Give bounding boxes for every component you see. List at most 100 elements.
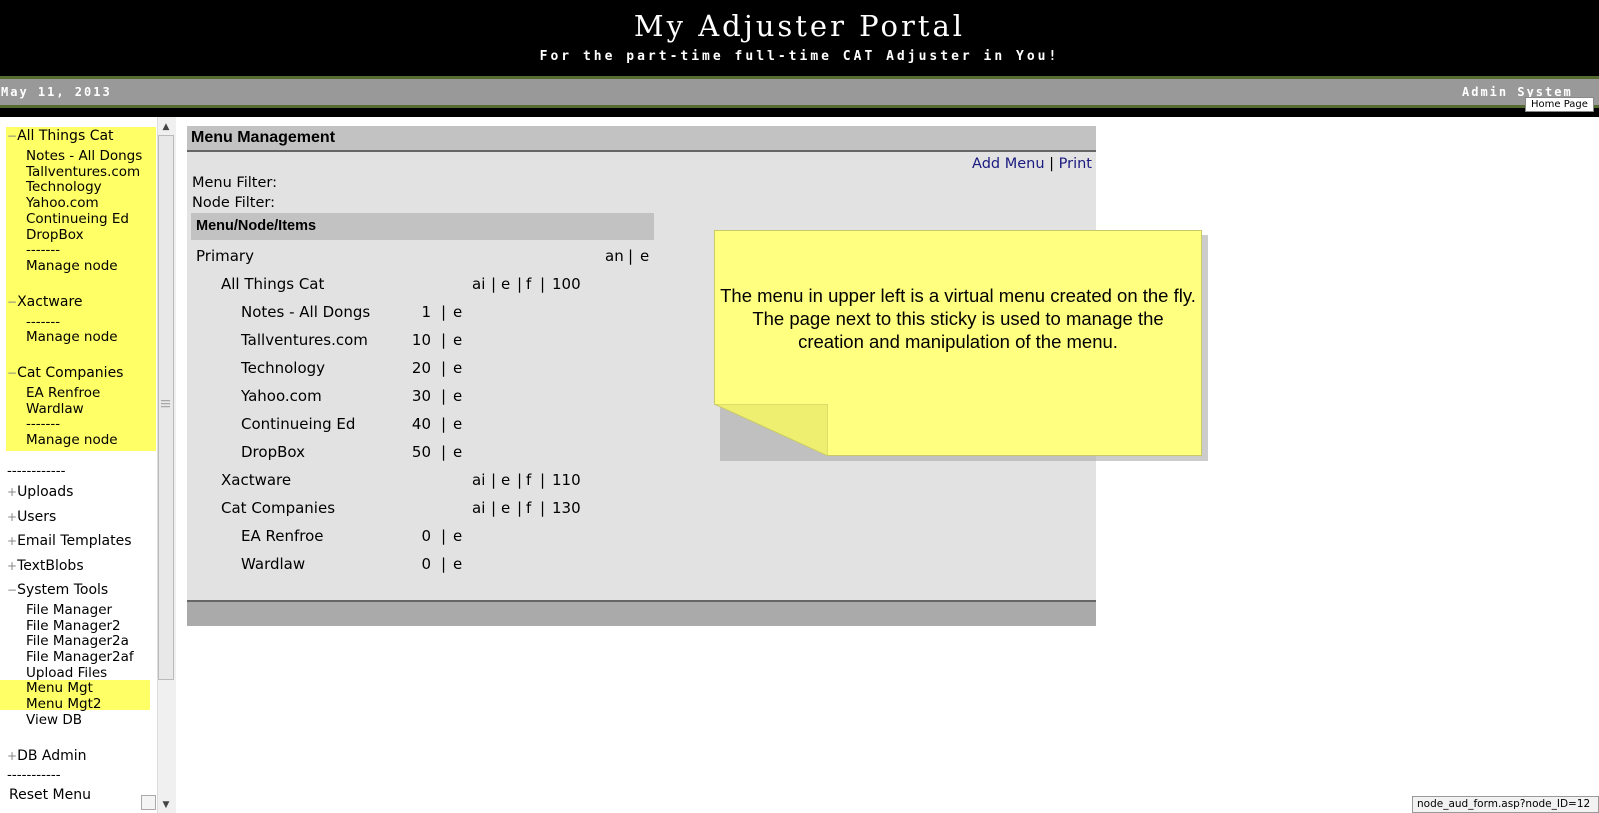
panel-actions: Add Menu | Print — [972, 156, 1092, 172]
item-wardlaw: Wardlaw — [241, 555, 306, 573]
collapse-icon[interactable]: − — [7, 366, 17, 380]
link-separator: | — [441, 443, 447, 461]
sidebar-divider: ----------- — [7, 767, 61, 783]
sidebar-item-technology[interactable]: Technology — [26, 179, 102, 195]
collapse-icon[interactable]: − — [7, 295, 17, 309]
sidebar-item-label: Uploads — [17, 484, 74, 500]
print-link[interactable]: Print — [1059, 156, 1092, 172]
sidebar-separator: ------- — [26, 242, 61, 258]
sidebar-item-menu-mgt2[interactable]: Menu Mgt2 — [26, 696, 101, 712]
link-separator: | — [628, 247, 634, 265]
sidebar-group-cat-companies[interactable]: −Cat Companies — [7, 365, 123, 381]
sidebar-item-view-db[interactable]: View DB — [26, 712, 82, 728]
edit-item-link[interactable]: e — [453, 415, 462, 433]
panel-footer — [187, 600, 1096, 626]
sidebar-group-label: All Things Cat — [17, 128, 114, 144]
edit-item-link[interactable]: e — [453, 555, 462, 573]
add-item-link[interactable]: ai — [472, 275, 485, 293]
edit-item-link[interactable]: e — [453, 387, 462, 405]
sidebar-item-label: System Tools — [17, 582, 109, 598]
sidebar-item-manage-node[interactable]: Manage node — [26, 432, 118, 448]
sidebar-item-label: Email Templates — [17, 533, 132, 549]
sidebar-item-wardlaw[interactable]: Wardlaw — [26, 401, 84, 417]
sidebar-item-dropbox[interactable]: DropBox — [26, 227, 84, 243]
item-dropbox: DropBox — [241, 443, 305, 461]
edit-item-link[interactable]: e — [453, 527, 462, 545]
current-date: May 11, 2013 — [1, 85, 112, 99]
sidebar-item-menu-mgt[interactable]: Menu Mgt — [26, 680, 93, 696]
site-subtitle: For the part-time full-time CAT Adjuster… — [539, 49, 1060, 64]
panel-title: Menu Management — [191, 129, 336, 146]
sidebar-item-email-templates[interactable]: +Email Templates — [7, 533, 132, 549]
sidebar-item-label: DB Admin — [17, 748, 87, 764]
edit-node-link[interactable]: e — [501, 471, 510, 489]
status-bar-url: node_aud_form.asp?node_ID=12 — [1412, 796, 1599, 813]
sidebar-item-label: TextBlobs — [17, 558, 84, 574]
header-bottom-band — [0, 108, 1599, 117]
edit-item-link[interactable]: e — [453, 331, 462, 349]
sidebar-item-manage-node[interactable]: Manage node — [26, 258, 118, 274]
menu-table-header-label: Menu/Node/Items — [196, 218, 317, 234]
edit-menu-link[interactable]: e — [640, 247, 649, 265]
link-separator: | — [441, 359, 447, 377]
sidebar-separator: ------- — [26, 416, 61, 432]
filter-node-link[interactable]: f — [526, 499, 531, 517]
sidebar-item-yahoo[interactable]: Yahoo.com — [26, 195, 99, 211]
expand-icon[interactable]: + — [7, 485, 17, 499]
expand-icon[interactable]: + — [7, 749, 17, 763]
edit-node-link[interactable]: e — [501, 275, 510, 293]
expand-icon[interactable]: + — [7, 559, 17, 573]
item-order: 20 — [411, 359, 431, 377]
sidebar-item-ea-renfroe[interactable]: EA Renfroe — [26, 385, 100, 401]
sidebar-group-xactware[interactable]: −Xactware — [7, 294, 83, 310]
sidebar-item-db-admin[interactable]: +DB Admin — [7, 748, 87, 764]
item-continueing-ed: Continueing Ed — [241, 415, 356, 433]
edit-item-link[interactable]: e — [453, 303, 462, 321]
sidebar-item-file-manager2af[interactable]: File Manager2af — [26, 649, 134, 665]
sidebar-group-system-tools[interactable]: −System Tools — [7, 582, 108, 598]
collapse-icon[interactable]: − — [7, 129, 17, 143]
site-title: My Adjuster Portal — [633, 9, 966, 43]
link-separator: | — [517, 275, 523, 293]
link-separator: | — [491, 275, 497, 293]
edit-item-link[interactable]: e — [453, 359, 462, 377]
sidebar-divider: ------------ — [7, 463, 66, 479]
sidebar-item-continueing-ed[interactable]: Continueing Ed — [26, 211, 129, 227]
add-item-link[interactable]: ai — [472, 499, 485, 517]
sidebar-separator: ------- — [26, 314, 61, 330]
expand-icon[interactable]: + — [7, 534, 17, 548]
item-order: 30 — [411, 387, 431, 405]
sidebar-item-file-manager[interactable]: File Manager — [26, 602, 112, 618]
sidebar-item-textblobs[interactable]: +TextBlobs — [7, 558, 84, 574]
sidebar-item-file-manager2[interactable]: File Manager2 — [26, 618, 121, 634]
add-node-link[interactable]: an — [605, 247, 624, 265]
edit-item-link[interactable]: e — [453, 443, 462, 461]
add-item-link[interactable]: ai — [472, 471, 485, 489]
sidebar-group-all-things-cat[interactable]: −All Things Cat — [7, 128, 114, 144]
filter-node-link[interactable]: f — [526, 471, 531, 489]
expand-icon[interactable]: + — [7, 510, 17, 524]
add-menu-link[interactable]: Add Menu — [972, 156, 1045, 172]
node-order: 130 — [552, 499, 581, 517]
sidebar-item-manage-node[interactable]: Manage node — [26, 329, 118, 345]
scroll-down-icon[interactable]: ▼ — [158, 797, 174, 813]
link-separator: | — [441, 415, 447, 433]
sidebar-item-tallventures[interactable]: Tallventures.com — [26, 164, 140, 180]
item-yahoo: Yahoo.com — [241, 387, 322, 405]
link-separator: | — [441, 555, 447, 573]
collapse-icon[interactable]: − — [7, 583, 17, 597]
sidebar-item-upload-files[interactable]: Upload Files — [26, 665, 107, 681]
filter-node-link[interactable]: f — [526, 275, 531, 293]
sidebar-item-notes[interactable]: Notes - All Dongs — [26, 148, 142, 164]
link-separator: | — [441, 303, 447, 321]
item-technology: Technology — [241, 359, 326, 377]
scroll-up-icon[interactable]: ▲ — [158, 119, 174, 135]
sidebar-item-file-manager2a[interactable]: File Manager2a — [26, 633, 129, 649]
sidebar-item-users[interactable]: +Users — [7, 509, 56, 525]
item-order: 1 — [421, 303, 431, 321]
edit-node-link[interactable]: e — [501, 499, 510, 517]
sidebar-item-reset-menu[interactable]: Reset Menu — [9, 787, 91, 803]
panel-header: Menu Management — [187, 126, 1096, 152]
date-bar: May 11, 2013 Admin System — [0, 79, 1599, 105]
sidebar-item-uploads[interactable]: +Uploads — [7, 484, 73, 500]
